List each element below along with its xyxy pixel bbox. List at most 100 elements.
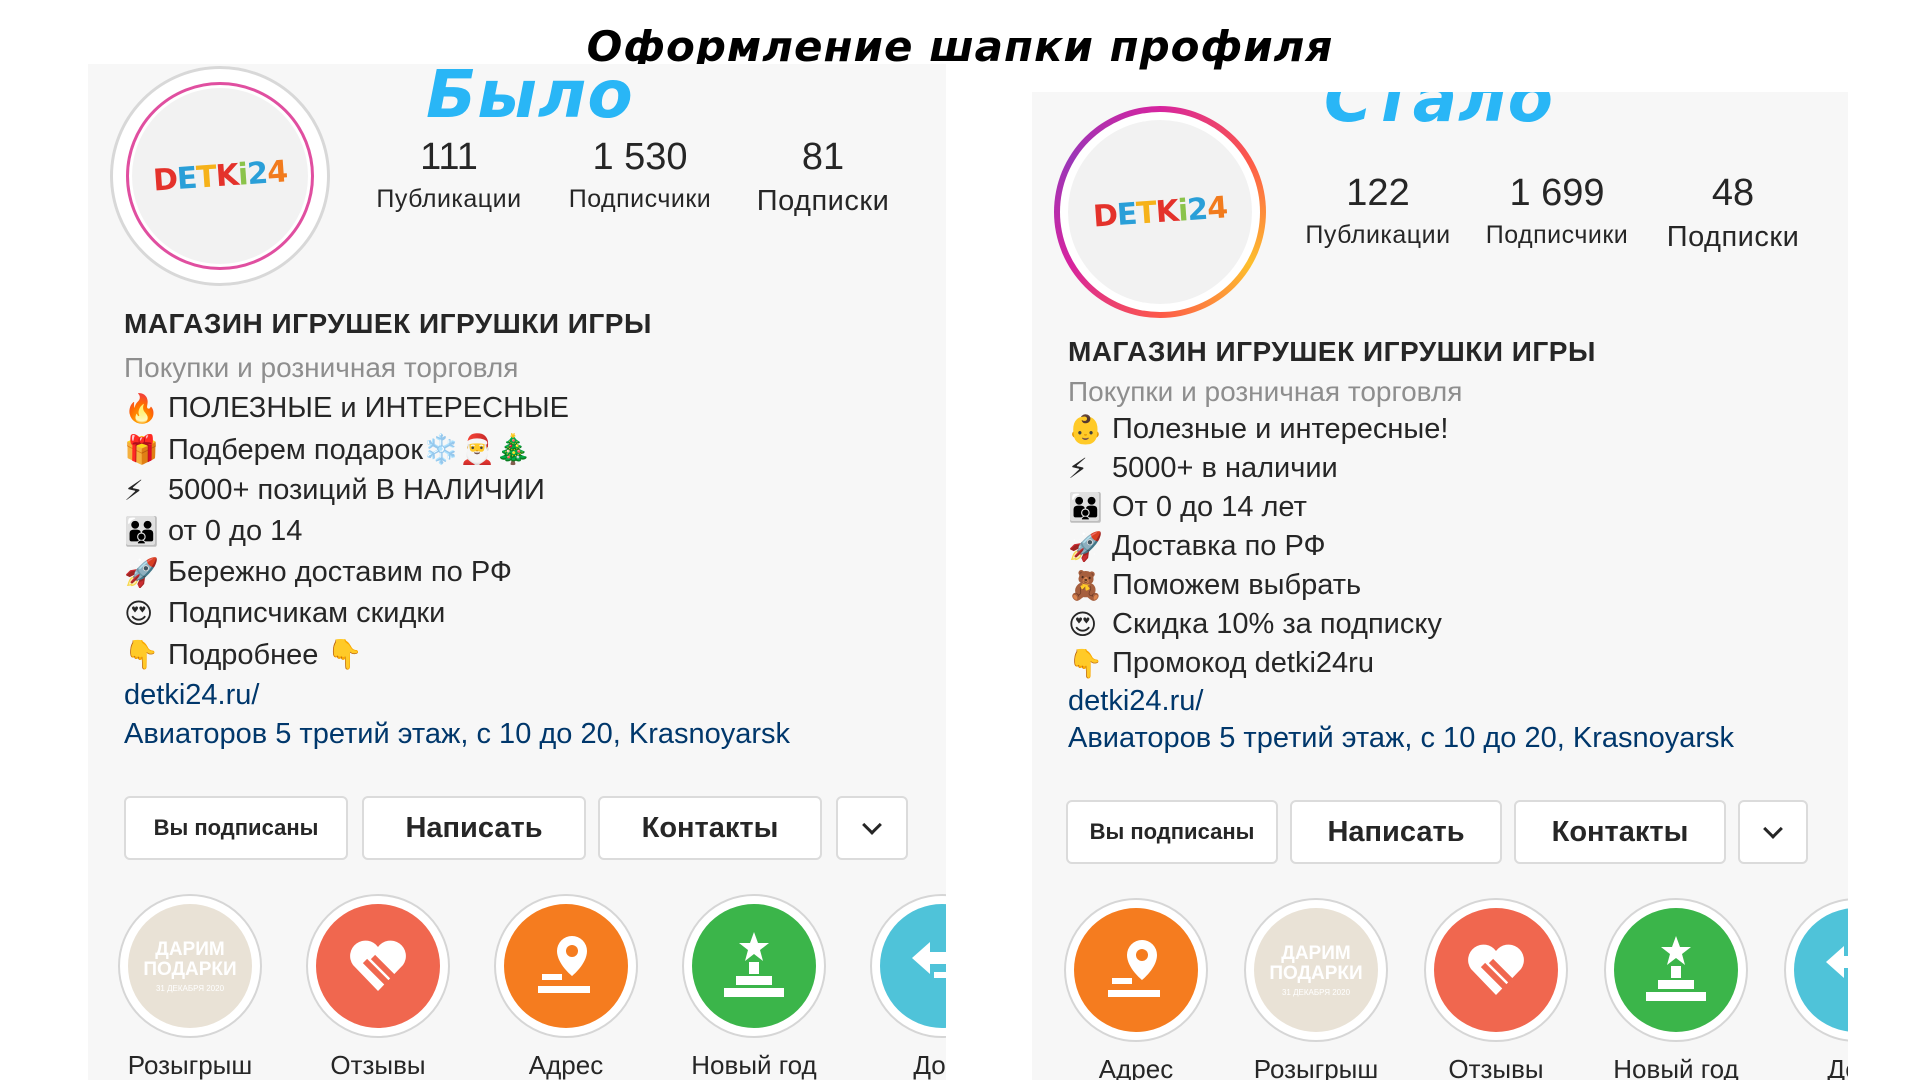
bio-text: Поможем выбрать bbox=[1112, 569, 1362, 601]
highlight-label: Новый год bbox=[691, 1050, 817, 1080]
profile-category: Покупки и розничная торговля bbox=[124, 352, 519, 383]
highlight-5[interactable]: Дост bbox=[1784, 898, 1848, 1080]
highlight-cover bbox=[494, 894, 638, 1038]
bio-text: ПОЛЕЗНЫЕ и ИНТЕРЕСНЫЕ bbox=[168, 392, 570, 424]
website-link[interactable]: detki24.ru/ bbox=[1068, 685, 1838, 718]
message-button[interactable]: Написать bbox=[362, 796, 586, 860]
stat-value: 1 530 bbox=[592, 136, 688, 178]
bio-emoji-icon: ⚡ bbox=[124, 474, 144, 507]
bio-text: Доставка по РФ bbox=[1112, 530, 1326, 562]
brand-logo: DETKi24 bbox=[151, 153, 289, 199]
address-link[interactable]: Авиаторов 5 третий этаж, с 10 до 20, Kra… bbox=[1068, 722, 1838, 755]
bio-emoji-icon: 👪 bbox=[124, 515, 159, 548]
podium-star-icon bbox=[692, 904, 816, 1028]
bio-line: 🎁 Подберем подарок❄️🎅🎄 bbox=[124, 429, 924, 470]
stat-value: 111 bbox=[420, 136, 478, 178]
highlight-cover: ДАРИМ ПОДАРКИ 31 ДЕКАБРЯ 2020 bbox=[1244, 898, 1388, 1042]
bio-text: Подробнее 👇 bbox=[168, 638, 363, 671]
highlight-cover bbox=[1784, 898, 1848, 1042]
delivery-icon bbox=[1794, 908, 1848, 1032]
avatar[interactable]: DETKi24 bbox=[1054, 106, 1266, 318]
bio-emoji-icon: 🚀 bbox=[124, 556, 159, 589]
profile-category: Покупки и розничная торговля bbox=[1068, 376, 1463, 407]
stat-posts[interactable]: 122 Публикации bbox=[1298, 172, 1458, 250]
stat-following[interactable]: 48 Подписки bbox=[1648, 172, 1818, 254]
profile-header-after: Стало DETKi24 122 Публикации 1 699 Подпи… bbox=[1032, 92, 1848, 1080]
bio-text: от 0 до 14 bbox=[168, 515, 303, 547]
highlight-cover: ДАРИМ ПОДАРКИ 31 ДЕКАБРЯ 2020 bbox=[118, 894, 262, 1038]
stat-label: Подписки bbox=[1666, 221, 1800, 253]
bio-text: От 0 до 14 лет bbox=[1112, 491, 1307, 523]
heart-icon bbox=[316, 904, 440, 1028]
highlight-label: Дост bbox=[913, 1050, 946, 1080]
bio-emoji-icon: 😍 bbox=[124, 597, 154, 630]
stat-followers[interactable]: 1 530 Подписчики bbox=[550, 136, 730, 214]
suggested-dropdown-button[interactable] bbox=[836, 796, 908, 860]
profile-header-before: Было DETKi24 111 Публикации 1 530 Подпис… bbox=[88, 64, 946, 1080]
bio-line: 🚀 Доставка по РФ bbox=[1068, 527, 1838, 566]
following-button[interactable]: Вы подписаны bbox=[124, 796, 348, 860]
suggested-dropdown-button[interactable] bbox=[1738, 800, 1808, 864]
highlight-3[interactable]: Отзывы bbox=[1424, 898, 1568, 1080]
bio-text: Подписчикам скидки bbox=[168, 597, 446, 629]
stat-label: Подписки bbox=[756, 185, 890, 217]
state-label-before: Было bbox=[426, 64, 634, 133]
bio-line: ⚡ 5000+ в наличии bbox=[1068, 449, 1838, 488]
stat-value: 122 bbox=[1346, 172, 1410, 214]
website-link[interactable]: detki24.ru/ bbox=[124, 679, 924, 712]
location-pin-icon bbox=[1074, 908, 1198, 1032]
bio-emoji-icon: ⚡ bbox=[1068, 452, 1088, 485]
bio-line: ⚡ 5000+ позиций В НАЛИЧИИ bbox=[124, 470, 924, 511]
bio-line: 👇 Промокод detki24ru bbox=[1068, 644, 1838, 683]
highlight-label: Розыгрыш bbox=[1253, 1054, 1379, 1080]
bio-line: 🧸 Поможем выбрать bbox=[1068, 566, 1838, 605]
bio-line: 😍 Подписчикам скидки bbox=[124, 593, 924, 634]
highlight-3[interactable]: Адрес bbox=[494, 894, 638, 1080]
highlight-4[interactable]: Новый год bbox=[1604, 898, 1748, 1080]
stat-posts[interactable]: 111 Публикации bbox=[364, 136, 534, 214]
stat-value: 48 bbox=[1711, 172, 1755, 214]
chevron-down-icon bbox=[1763, 819, 1783, 839]
highlight-label: Новый год bbox=[1613, 1054, 1739, 1080]
contacts-button[interactable]: Контакты bbox=[598, 796, 822, 860]
bio-emoji-icon: 👪 bbox=[1068, 491, 1103, 524]
avatar[interactable]: DETKi24 bbox=[110, 66, 330, 286]
highlight-label: Адрес bbox=[528, 1050, 604, 1080]
highlight-2[interactable]: Отзывы bbox=[306, 894, 450, 1080]
address-link[interactable]: Авиаторов 5 третий этаж, с 10 до 20, Kra… bbox=[124, 718, 924, 751]
contacts-button[interactable]: Контакты bbox=[1514, 800, 1726, 864]
profile-name: МАГАЗИН ИГРУШЕК ИГРУШКИ ИГРЫ bbox=[1068, 336, 1596, 367]
highlight-label: Отзывы bbox=[330, 1050, 426, 1080]
highlight-cover bbox=[870, 894, 946, 1038]
highlight-1[interactable]: ДАРИМ ПОДАРКИ 31 ДЕКАБРЯ 2020 Розыгрыш bbox=[118, 894, 262, 1080]
stat-label: Публикации bbox=[1305, 221, 1451, 249]
following-button[interactable]: Вы подписаны bbox=[1066, 800, 1278, 864]
bio-line: 👶 Полезные и интересные! bbox=[1068, 410, 1838, 449]
bio-emoji-icon: 😍 bbox=[1068, 608, 1098, 641]
message-button[interactable]: Написать bbox=[1290, 800, 1502, 864]
gift-card-icon: ДАРИМ ПОДАРКИ 31 ДЕКАБРЯ 2020 bbox=[128, 904, 252, 1028]
bio: МАГАЗИН ИГРУШЕК ИГРУШКИ ИГРЫ Покупки и р… bbox=[124, 308, 924, 751]
gift-card-date: 31 ДЕКАБРЯ 2020 bbox=[1281, 987, 1351, 997]
highlight-2[interactable]: ДАРИМ ПОДАРКИ 31 ДЕКАБРЯ 2020 Розыгрыш bbox=[1244, 898, 1388, 1080]
stat-value: 81 bbox=[801, 136, 845, 178]
highlight-label: Отзывы bbox=[1448, 1054, 1544, 1080]
highlight-label: Розыгрыш bbox=[127, 1050, 253, 1080]
bio-emoji-icon: 👇 bbox=[1068, 647, 1103, 680]
location-pin-icon bbox=[504, 904, 628, 1028]
bio-text: Полезные и интересные! bbox=[1112, 413, 1449, 445]
bio-emoji-icon: 🧸 bbox=[1068, 569, 1103, 602]
stat-followers[interactable]: 1 699 Подписчики bbox=[1472, 172, 1642, 250]
stat-following[interactable]: 81 Подписки bbox=[738, 136, 908, 218]
bio-text: Бережно доставим по РФ bbox=[168, 556, 512, 588]
state-label-after: Стало bbox=[1324, 92, 1554, 137]
bio-text: Скидка 10% за подписку bbox=[1112, 608, 1442, 640]
bio-emoji-icon: 🔥 bbox=[124, 392, 159, 425]
highlight-cover bbox=[1424, 898, 1568, 1042]
stat-label: Подписчики bbox=[568, 185, 712, 213]
bio: МАГАЗИН ИГРУШЕК ИГРУШКИ ИГРЫ Покупки и р… bbox=[1068, 336, 1838, 755]
highlight-5[interactable]: Дост bbox=[870, 894, 946, 1080]
highlight-4[interactable]: Новый год bbox=[682, 894, 826, 1080]
stat-value: 1 699 bbox=[1509, 172, 1605, 214]
highlight-1[interactable]: Адрес bbox=[1064, 898, 1208, 1080]
